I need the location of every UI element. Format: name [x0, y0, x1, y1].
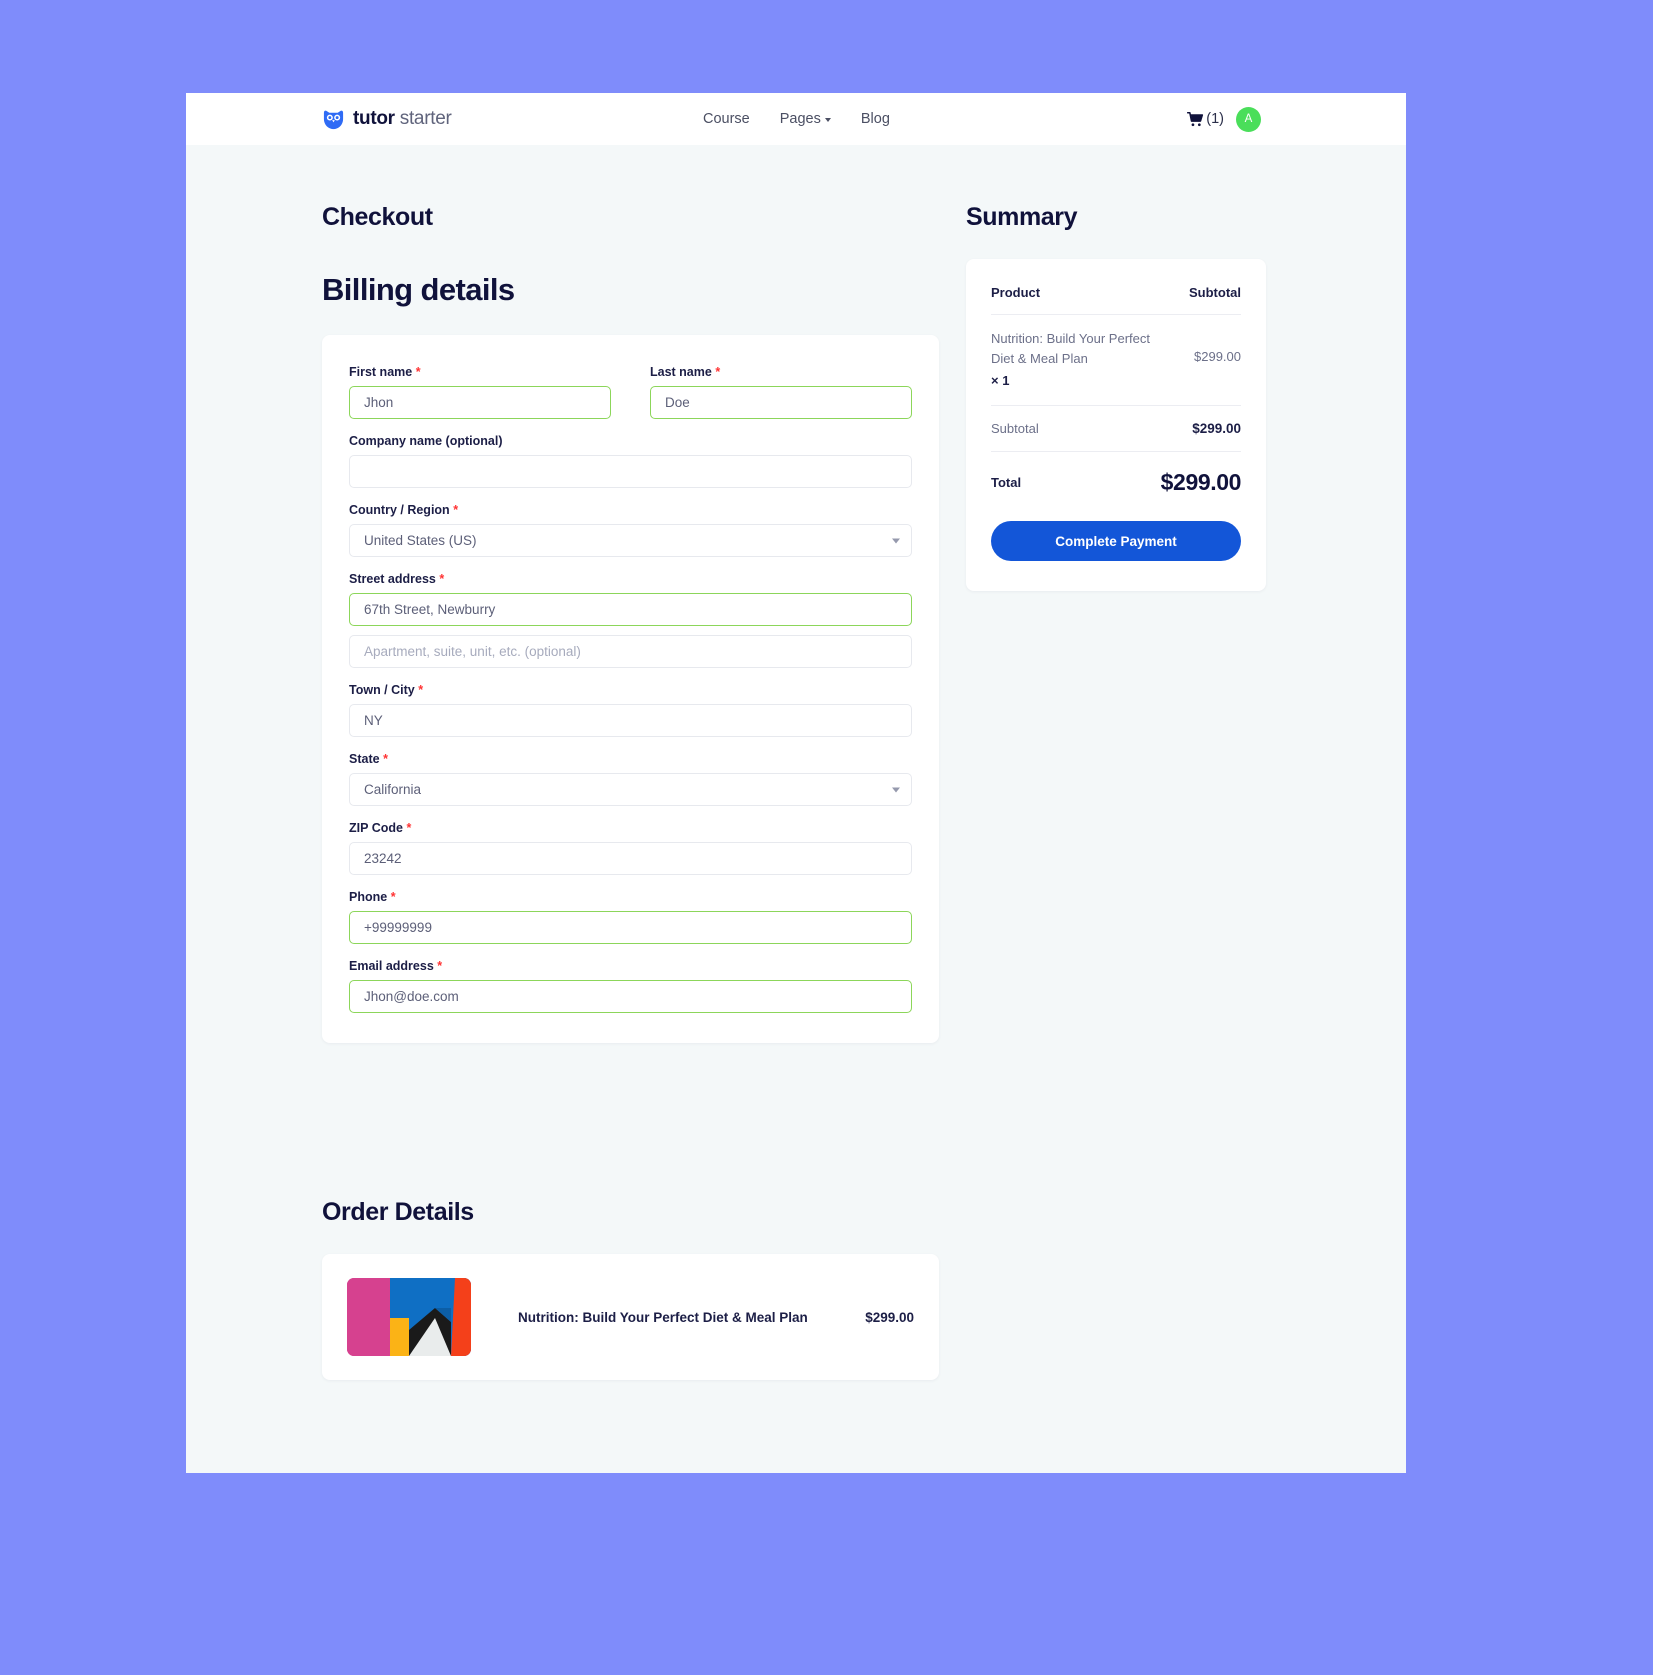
summary-total-value: $299.00: [1160, 469, 1242, 496]
last-name-input[interactable]: Doe: [650, 386, 912, 419]
first-name-label: First name *: [349, 365, 421, 379]
email-input[interactable]: Jhon@doe.com: [349, 980, 912, 1013]
brand-name-bold: tutor: [353, 108, 395, 129]
company-name-input[interactable]: [349, 455, 912, 488]
summary-title: Summary: [966, 203, 1078, 231]
nav-item-course[interactable]: Course: [703, 111, 750, 127]
summary-subtotal-value: $299.00: [1192, 421, 1241, 437]
billing-details-title: Billing details: [322, 272, 515, 307]
summary-product-name: Nutrition: Build Your Perfect Diet & Mea…: [991, 331, 1150, 367]
shopping-cart-icon: [1187, 111, 1204, 126]
billing-form: First name * Jhon Last name * Doe Compan…: [322, 335, 939, 1043]
summary-product-price: $299.00: [1194, 349, 1241, 364]
required-asterisk: *: [383, 752, 388, 766]
complete-payment-button[interactable]: Complete Payment: [991, 521, 1241, 562]
order-product-price: $299.00: [865, 1309, 914, 1325]
summary-subtotal-row: Subtotal $299.00: [991, 406, 1241, 453]
summary-subtotal-label: Subtotal: [991, 421, 1039, 437]
summary-column: Summary Product Subtotal Nutrition: Buil…: [966, 203, 1266, 592]
company-name-label: Company name (optional): [349, 434, 503, 448]
product-thumbnail-image: [347, 1278, 471, 1356]
order-summary-card: Product Subtotal Nutrition: Build Your P…: [966, 259, 1266, 592]
summary-total-row: Total $299.00: [991, 452, 1241, 496]
chevron-down-icon: [824, 118, 831, 122]
zip-code-label: ZIP Code *: [349, 821, 412, 835]
cart-count: (1): [1206, 111, 1224, 127]
zip-code-input[interactable]: 23242: [349, 842, 912, 875]
summary-col-subtotal: Subtotal: [1189, 285, 1241, 300]
summary-product-name-wrap: Nutrition: Build Your Perfect Diet & Mea…: [991, 329, 1151, 391]
city-input[interactable]: NY: [349, 704, 912, 737]
required-asterisk: *: [415, 365, 421, 379]
country-label: Country / Region *: [349, 503, 459, 517]
nav-label: Blog: [860, 111, 890, 127]
order-product-name: Nutrition: Build Your Perfect Diet & Mea…: [518, 1309, 808, 1325]
required-asterisk: *: [437, 959, 443, 973]
order-details-title: Order Details: [322, 1198, 474, 1226]
street-address-input[interactable]: 67th Street, Newburry: [349, 593, 912, 626]
header-actions: (1) A: [1187, 106, 1261, 132]
nav-item-blog[interactable]: Blog: [861, 111, 890, 127]
product-thumbnail: [347, 1278, 471, 1356]
required-asterisk: *: [715, 365, 721, 379]
summary-table-header: Product Subtotal: [991, 285, 1241, 315]
state-label: State *: [349, 752, 388, 766]
summary-col-product: Product: [991, 285, 1041, 300]
required-asterisk: *: [390, 890, 396, 904]
checkout-column: Checkout Billing details First name * Jh…: [322, 203, 939, 1043]
required-asterisk: *: [418, 683, 424, 697]
owl-logo-icon: [323, 110, 344, 129]
nav-label: Course: [703, 111, 750, 127]
main-nav: Course Pages Blog: [703, 111, 890, 127]
last-name-label: Last name *: [650, 365, 721, 379]
browser-page: tutor starter Course Pages Blog (1) A Ch…: [186, 93, 1406, 1473]
summary-product-row: Nutrition: Build Your Perfect Diet & Mea…: [991, 315, 1241, 407]
cart-button[interactable]: (1): [1187, 111, 1224, 128]
site-logo[interactable]: tutor starter: [322, 108, 452, 131]
avatar[interactable]: A: [1236, 106, 1261, 132]
brand-name-light: starter: [394, 108, 452, 129]
page-title: Checkout: [322, 203, 433, 231]
order-item-row: Nutrition: Build Your Perfect Diet & Mea…: [322, 1254, 939, 1380]
apartment-input[interactable]: Apartment, suite, unit, etc. (optional): [349, 635, 912, 668]
first-name-input[interactable]: Jhon: [349, 386, 611, 419]
required-asterisk: *: [406, 821, 412, 835]
order-details-section: Order Details Nutrition: Build Your Perf…: [322, 1198, 939, 1380]
required-asterisk: *: [453, 503, 459, 517]
brand-name: tutor starter: [353, 108, 452, 130]
phone-label: Phone *: [349, 890, 396, 904]
nav-item-pages[interactable]: Pages: [780, 111, 831, 127]
city-label: Town / City *: [349, 683, 424, 697]
summary-total-label: Total: [991, 475, 1022, 491]
street-address-label: Street address *: [349, 572, 445, 586]
summary-product-qty: × 1: [991, 373, 1010, 389]
required-asterisk: *: [439, 572, 445, 586]
email-label: Email address *: [349, 959, 443, 973]
phone-input[interactable]: +99999999: [349, 911, 912, 944]
state-select[interactable]: California: [349, 773, 912, 806]
site-header: tutor starter Course Pages Blog (1) A: [186, 93, 1406, 145]
country-select[interactable]: United States (US): [349, 524, 912, 557]
nav-label: Pages: [779, 111, 821, 127]
